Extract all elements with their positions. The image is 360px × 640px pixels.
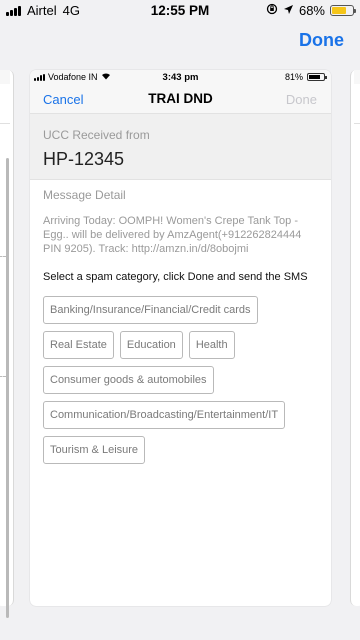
battery-icon <box>307 73 327 81</box>
battery-icon <box>330 5 356 16</box>
message-body: Arriving Today: OOMPH! Women's Crepe Tan… <box>43 215 302 255</box>
rotation-lock-icon <box>266 3 278 18</box>
outer-done-button[interactable]: Done <box>299 30 344 51</box>
category-real-estate-button[interactable]: Real Estate <box>43 331 114 359</box>
category-consumer-goods-button[interactable]: Consumer goods & automobiles <box>43 366 214 394</box>
category-banking-button[interactable]: Banking/Insurance/Financial/Credit cards <box>43 296 258 324</box>
category-list: Banking/Insurance/Financial/Credit cards… <box>30 296 331 464</box>
category-health-button[interactable]: Health <box>188 331 235 359</box>
scrollbar[interactable] <box>6 158 9 618</box>
previous-card[interactable] <box>0 70 14 618</box>
message-detail-label: Message Detail <box>43 188 126 202</box>
card-battery-percent: 81% <box>284 72 303 82</box>
ucc-label: UCC Received from <box>43 128 150 142</box>
category-tourism-button[interactable]: Tourism & Leisure <box>43 436 146 464</box>
location-arrow-icon <box>283 3 294 18</box>
category-communication-button[interactable]: Communication/Broadcasting/Entertainment… <box>43 401 286 429</box>
battery-percent: 68% <box>298 3 325 18</box>
ucc-section: UCC Received from HP-12345 <box>30 114 331 180</box>
status-right: 68% <box>266 3 356 18</box>
category-prompt: Select a spam category, click Done and s… <box>43 271 308 283</box>
ucc-value: HP-12345 <box>43 149 125 169</box>
next-card[interactable] <box>350 70 360 606</box>
done-button[interactable]: Done <box>286 92 317 107</box>
share-sheet-card: Vodafone IN 3:43 pm 81% Cancel TRAI DND … <box>30 70 331 606</box>
card-status-bar: Vodafone IN 3:43 pm 81% <box>30 70 331 84</box>
category-education-button[interactable]: Education <box>119 331 183 359</box>
message-detail-section: Message Detail Arriving Today: OOMPH! Wo… <box>30 180 331 256</box>
status-bar: Airtel 4G 12:55 PM 68% <box>0 0 360 22</box>
nav-bar: Cancel TRAI DND Done <box>30 84 331 114</box>
